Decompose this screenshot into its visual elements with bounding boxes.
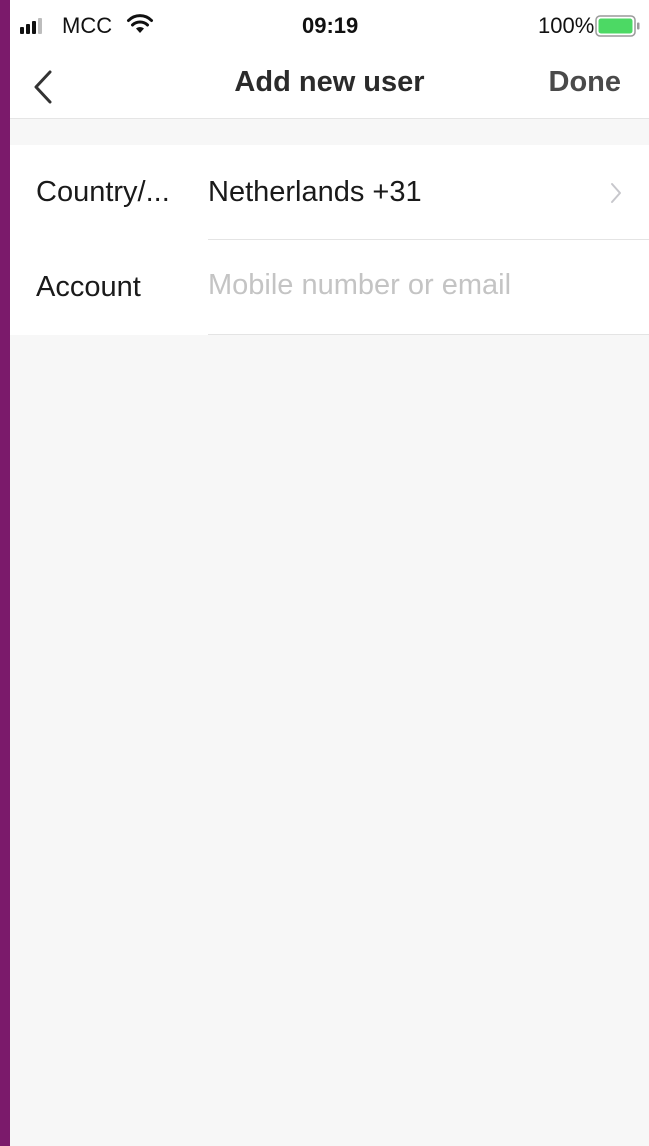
battery-percentage: 100% bbox=[538, 13, 595, 38]
account-input[interactable] bbox=[208, 262, 628, 308]
chevron-right-icon bbox=[611, 183, 621, 203]
account-label: Account bbox=[36, 271, 141, 303]
carrier-name: MCC bbox=[62, 13, 113, 38]
country-value: Netherlands +31 bbox=[208, 176, 422, 208]
row-divider bbox=[208, 334, 649, 335]
app-screen: MCC 09:19 100% Add new user Done Country… bbox=[10, 0, 649, 1146]
country-selector-row[interactable]: Country/... Netherlands +31 bbox=[10, 145, 649, 240]
navigation-bar: Add new user Done bbox=[10, 56, 649, 119]
done-button[interactable]: Done bbox=[549, 66, 622, 99]
add-user-form: Country/... Netherlands +31 Account bbox=[10, 145, 649, 335]
battery-fill bbox=[598, 18, 633, 34]
account-row: Account bbox=[10, 240, 649, 335]
signal-strength-icon bbox=[20, 18, 42, 34]
status-bar: MCC 09:19 100% bbox=[10, 0, 649, 56]
country-label: Country/... bbox=[36, 176, 170, 208]
battery-icon bbox=[595, 15, 640, 37]
wifi-icon bbox=[127, 14, 153, 33]
clock-time: 09:19 bbox=[302, 13, 359, 38]
